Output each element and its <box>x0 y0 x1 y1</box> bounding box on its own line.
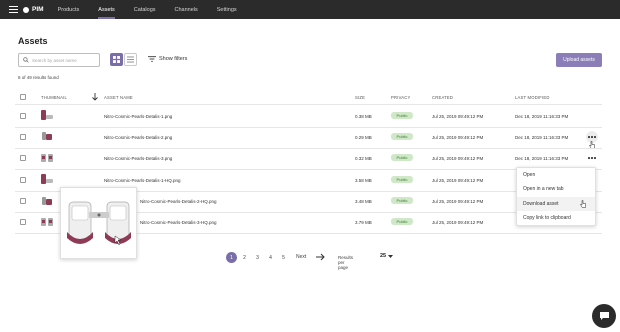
nav-channels[interactable]: Channels <box>175 0 198 19</box>
page-3[interactable]: 3 <box>252 252 263 263</box>
logo-text: PIM <box>32 6 44 13</box>
row-checkbox[interactable] <box>20 219 26 225</box>
asset-thumbnail[interactable] <box>40 195 54 207</box>
privacy-badge: Public <box>391 176 413 183</box>
sort-arrow-icon[interactable] <box>92 93 98 101</box>
chat-support-button[interactable] <box>592 304 616 328</box>
menu-item-open[interactable]: Open <box>517 168 595 182</box>
hand-cursor-icon <box>580 200 586 208</box>
asset-name[interactable]: Nitro-Cosmic-Pearls-Detalis-2.png <box>104 135 172 140</box>
select-all-checkbox[interactable] <box>20 94 26 100</box>
asset-size: 3.48 MB <box>355 199 372 204</box>
arrow-right-icon[interactable] <box>316 253 325 261</box>
asset-thumbnail[interactable] <box>40 173 54 185</box>
nav-catalogs[interactable]: Catalogs <box>134 0 156 19</box>
filter-icon <box>148 56 156 62</box>
created-date: Jul 25, 2019 09:49:12 PM <box>432 114 484 119</box>
created-date: Jul 25, 2019 09:49:12 PM <box>432 220 484 225</box>
created-date: Jul 25, 2019 09:49:12 PM <box>432 199 484 204</box>
created-date: Jul 25, 2019 09:49:12 PM <box>432 156 484 161</box>
privacy-badge: Public <box>391 197 413 204</box>
header-thumbnail: THUMBNAIL <box>41 95 67 100</box>
page-1[interactable]: 1 <box>226 252 237 263</box>
page-2[interactable]: 2 <box>239 252 250 263</box>
header-last-modified[interactable]: LAST MODIFIED <box>515 95 550 100</box>
next-page-label[interactable]: Next <box>296 254 306 260</box>
row-checkbox[interactable] <box>20 155 26 161</box>
row-more-button[interactable] <box>586 153 598 163</box>
grid-icon <box>113 56 120 63</box>
header-divider <box>15 104 602 105</box>
privacy-badge: Public <box>391 154 413 161</box>
row-checkbox[interactable] <box>20 113 26 119</box>
top-navigation: PIM Products Assets Catalogs Channels Se… <box>0 0 620 19</box>
row-checkbox[interactable] <box>20 134 26 140</box>
thumbnail-preview <box>60 187 137 259</box>
asset-thumbnail[interactable] <box>40 152 54 164</box>
results-per-page-label: Results per page <box>338 255 354 270</box>
view-toggle <box>110 53 138 66</box>
asset-name[interactable]: Nitro-Cosmic-Pearls-Detalis-3.png <box>104 156 172 161</box>
asset-size: 0.38 MB <box>355 114 372 119</box>
menu-item-open-new-tab[interactable]: Open in a new tab <box>517 182 595 196</box>
asset-size: 0.32 MB <box>355 156 372 161</box>
search-input[interactable] <box>32 57 98 63</box>
list-icon <box>127 56 134 63</box>
upload-assets-button[interactable]: Upload assets <box>556 53 602 67</box>
modified-date: Dec 18, 2019 11:16:33 PM <box>515 156 569 161</box>
show-filters-label: Show filters <box>159 56 188 62</box>
search-box[interactable] <box>18 53 100 67</box>
results-per-page-value[interactable]: 25 <box>380 253 386 259</box>
logo[interactable]: PIM <box>23 6 44 13</box>
asset-size: 0.29 MB <box>355 135 372 140</box>
header-asset-name[interactable]: ASSET NAME <box>104 95 133 100</box>
privacy-badge: Public <box>391 133 413 140</box>
row-context-menu: Open Open in a new tab Download asset Co… <box>516 167 596 226</box>
privacy-badge: Public <box>391 218 413 225</box>
row-divider <box>15 148 602 149</box>
menu-item-copy-link[interactable]: Copy link to clipboard <box>517 211 595 225</box>
preview-image <box>67 201 131 246</box>
asset-size: 3.58 MB <box>355 178 372 183</box>
asset-thumbnail[interactable] <box>40 216 54 228</box>
row-divider <box>15 127 602 128</box>
menu-icon[interactable] <box>9 6 18 13</box>
show-filters-button[interactable]: Show filters <box>148 56 187 62</box>
header-size[interactable]: SIZE <box>355 95 365 100</box>
modified-date: Dec 18, 2019 11:16:33 PM <box>515 135 569 140</box>
asset-thumbnail[interactable] <box>40 109 54 121</box>
created-date: Jul 25, 2019 09:49:12 PM <box>432 135 484 140</box>
asset-name[interactable]: Nitro-Cosmic-Pearls-Detalis-3-HQ.png <box>140 220 217 225</box>
created-date: Jul 25, 2019 09:49:12 PM <box>432 178 484 183</box>
nav-assets[interactable]: Assets <box>98 0 115 19</box>
asset-name[interactable]: Nitro-Cosmic-Pearls-Detalis-2-HQ.png <box>140 199 217 204</box>
row-checkbox[interactable] <box>20 177 26 183</box>
header-created[interactable]: CREATED <box>432 95 453 100</box>
asset-size: 3.79 MB <box>355 220 372 225</box>
nav-settings[interactable]: Settings <box>217 0 237 19</box>
grid-view-button[interactable] <box>110 53 123 66</box>
row-divider <box>15 169 602 170</box>
asset-name[interactable]: Nitro-Cosmic-Pearls-Detalis-1.png <box>104 114 172 119</box>
page-5[interactable]: 5 <box>278 252 289 263</box>
results-count: 6 of 49 results found <box>18 75 59 80</box>
chevron-down-icon[interactable] <box>388 255 393 259</box>
asset-thumbnail[interactable] <box>40 130 54 142</box>
nav-products[interactable]: Products <box>58 0 80 19</box>
header-privacy[interactable]: PRIVACY <box>391 95 410 100</box>
search-icon <box>23 57 29 63</box>
row-checkbox[interactable] <box>20 198 26 204</box>
logo-icon <box>23 6 29 13</box>
page-title: Assets <box>18 36 48 46</box>
page-4[interactable]: 4 <box>265 252 276 263</box>
asset-name[interactable]: Nitro-Cosmic-Pearls-Detalis-1-HQ.png <box>104 178 181 183</box>
chat-icon <box>599 312 609 320</box>
list-view-button[interactable] <box>124 53 137 66</box>
privacy-badge: Public <box>391 112 413 119</box>
modified-date: Dec 18, 2019 11:16:33 PM <box>515 114 569 119</box>
